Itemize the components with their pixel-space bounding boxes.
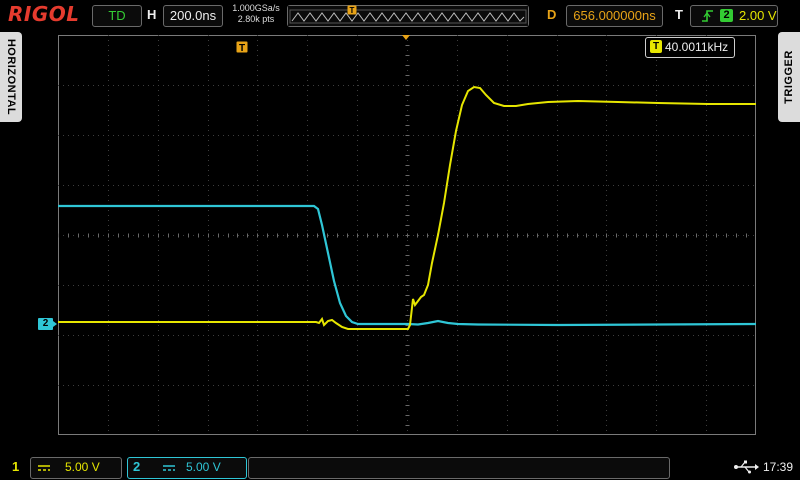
horizontal-label: H — [147, 7, 157, 22]
memory-depth: 2.80k pts — [237, 14, 275, 24]
trigger-level-value: 2.00 V — [739, 8, 777, 23]
svg-text:T: T — [239, 43, 245, 54]
delay-T-marker-icon: T — [236, 41, 248, 54]
sample-rate: 1.000GSa/s — [232, 3, 280, 13]
ch2-ground-arrow-icon — [53, 321, 57, 327]
delay-value: 656.000000ns — [573, 8, 656, 23]
waveform-display[interactable]: T 2 — [38, 35, 757, 436]
dc-coupling-icon — [38, 465, 50, 471]
ch2-scale-value: 5.00 V — [186, 460, 221, 474]
channel-status-strip — [248, 457, 670, 479]
svg-text:T: T — [350, 6, 355, 15]
clock-time: 17:39 — [763, 460, 794, 474]
ch2-label: 2 — [133, 459, 141, 474]
frequency-measurement[interactable]: T 40.0011kHz — [645, 37, 735, 58]
trigger-tab-label: TRIGGER — [783, 50, 795, 104]
trigger-source-badge: 2 — [720, 9, 733, 22]
ch1-scale-value: 5.00 V — [65, 460, 100, 474]
memory-waveform-icon — [288, 6, 528, 26]
acquisition-info: 1.000GSa/s 2.80k pts — [228, 3, 284, 25]
trigger-menu-tab[interactable]: TRIGGER — [778, 32, 800, 122]
horizontal-tab-label: HORIZONTAL — [5, 38, 17, 116]
horizontal-menu-tab[interactable]: HORIZONTAL — [0, 32, 22, 122]
timebase-value: 200.0ns — [169, 8, 217, 23]
waveform-grid-svg — [58, 35, 757, 436]
delay-label: D — [547, 7, 557, 22]
ch2-ground-marker[interactable]: 2 — [38, 318, 53, 330]
delay-field[interactable]: 656.000000ns — [566, 5, 663, 27]
trigger-position-marker-icon: T — [347, 5, 357, 15]
ch2-scale-field[interactable]: 2 5.00 V — [127, 457, 247, 479]
rising-edge-icon — [702, 10, 713, 22]
dc-coupling-icon — [163, 465, 175, 471]
trigger-field[interactable]: 2 2.00 V — [690, 5, 778, 27]
rigol-logo: RIGOL — [8, 2, 80, 26]
memory-overview-strip[interactable]: T — [287, 5, 529, 27]
ch1-label: 1 — [12, 459, 20, 474]
top-status-bar: RIGOL TD H 200.0ns 1.000GSa/s 2.80k pts … — [0, 0, 800, 30]
frequency-value: 40.0011kHz — [665, 40, 729, 54]
timebase-field[interactable]: 200.0ns — [163, 5, 223, 27]
usb-icon — [734, 460, 759, 474]
run-status-badge[interactable]: TD — [92, 5, 142, 27]
trigger-label: T — [675, 7, 683, 22]
run-status-text: TD — [108, 8, 126, 23]
ch1-scale-field[interactable]: 5.00 V — [30, 457, 122, 479]
trigger-T-icon: T — [650, 40, 662, 53]
